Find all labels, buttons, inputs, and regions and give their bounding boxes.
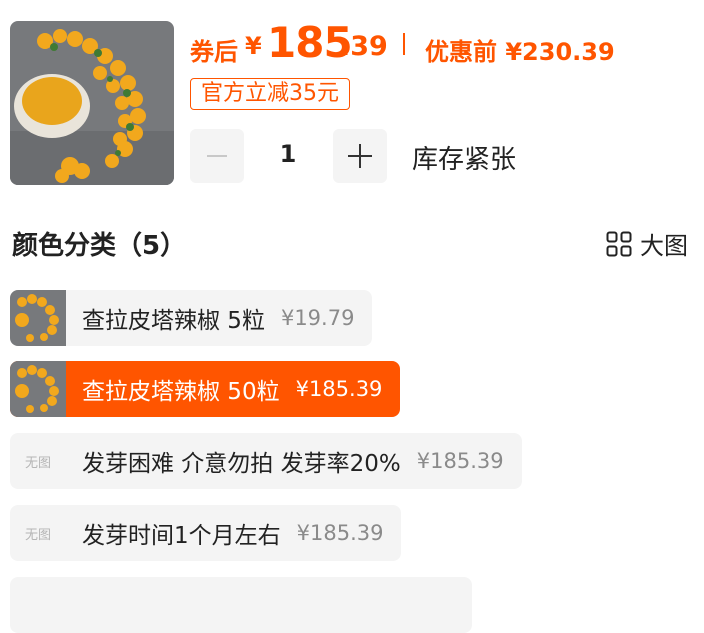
sku-option[interactable]: 查拉皮塔辣椒 5粒 ¥19.79 xyxy=(10,290,373,346)
product-image[interactable] xyxy=(10,21,174,185)
promo-badge: 官方立减35元 xyxy=(190,78,350,110)
no-image-placeholder: 无图 xyxy=(24,527,51,543)
decrease-quantity-button[interactable] xyxy=(190,129,244,183)
big-view-toggle[interactable]: 大图 xyxy=(606,226,688,261)
price-divider xyxy=(403,33,405,55)
section-title: 颜色分类（5） xyxy=(12,231,187,261)
sku-option-name: 查拉皮塔辣椒 50粒 xyxy=(82,379,280,405)
grid-icon xyxy=(606,231,632,256)
quantity-value[interactable]: 1 xyxy=(270,140,306,168)
sku-option-price: ¥19.79 xyxy=(280,306,355,330)
no-image-placeholder: 无图 xyxy=(24,455,51,471)
sku-option[interactable]: 无图 发芽困难 介意勿拍 发芽率20% ¥185.39 xyxy=(10,433,522,489)
big-view-label: 大图 xyxy=(640,232,688,260)
sku-option-name: 查拉皮塔辣椒 5粒 xyxy=(82,308,265,334)
increase-quantity-button[interactable] xyxy=(333,129,387,183)
sku-option-price: ¥185.39 xyxy=(295,377,383,401)
minus-icon xyxy=(207,155,227,157)
sku-option-name: 发芽时间1个月左右 xyxy=(82,523,281,549)
sku-option-selected[interactable]: 查拉皮塔辣椒 50粒 ¥185.39 xyxy=(10,361,401,417)
sku-option-name: 发芽困难 介意勿拍 发芽率20% xyxy=(82,451,401,477)
plus-icon xyxy=(348,144,372,168)
after-coupon-label: 券后 xyxy=(190,38,238,66)
product-photo xyxy=(10,21,174,185)
sku-thumbnail xyxy=(10,361,66,417)
sku-option-price: ¥185.39 xyxy=(416,449,504,473)
sku-option-partial[interactable] xyxy=(10,577,472,633)
after-coupon-yen: ¥ xyxy=(245,32,262,60)
sku-thumbnail xyxy=(10,290,66,346)
after-coupon-price-integer: 185 xyxy=(267,18,353,67)
sku-option-price: ¥185.39 xyxy=(296,521,384,545)
sku-option[interactable]: 无图 发芽时间1个月左右 ¥185.39 xyxy=(10,505,402,561)
after-coupon-price-decimal: .39 xyxy=(340,31,388,62)
stock-status: 库存紧张 xyxy=(412,145,517,175)
before-discount-price: 优惠前 ¥230.39 xyxy=(425,38,615,66)
